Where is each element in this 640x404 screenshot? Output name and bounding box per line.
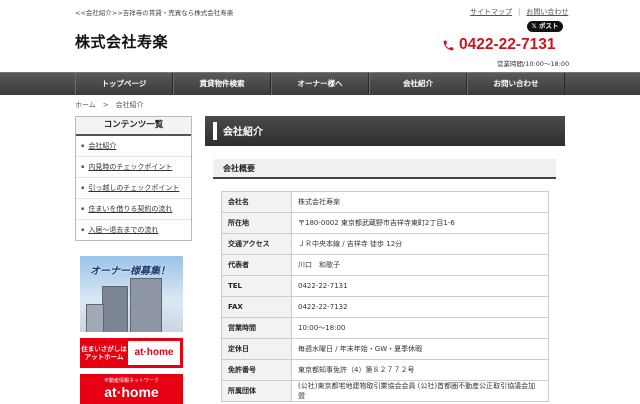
row-label: FAX — [221, 296, 292, 318]
building-image — [102, 286, 128, 332]
building-image — [130, 278, 162, 332]
table-row: 所在地 〒180-0002 東京都武蔵野市吉祥寺東町2丁目1-6 — [221, 212, 549, 234]
table-row: 定休日 毎週水曜日 / 年末年始・GW・夏季休暇 — [221, 338, 549, 360]
row-label: 所在地 — [221, 212, 292, 234]
company-info-table: 会社名 株式会社寿楽 所在地 〒180-0002 東京都武蔵野市吉祥寺東町2丁目1-… — [221, 191, 549, 402]
table-row: FAX 0422-22-7132 — [221, 296, 549, 318]
row-label: 定休日 — [221, 338, 292, 360]
row-label: 免許番号 — [221, 359, 292, 381]
page-title-bar: 会社紹介 — [205, 116, 565, 146]
row-label: 営業時間 — [221, 317, 292, 339]
phone-text: 0422-22-7131 — [459, 36, 556, 53]
top-links: サイトマップ | お問い合わせ — [470, 8, 569, 16]
sidebar-item-move-in-out-flow[interactable]: 入居～退去までの流れ — [76, 220, 191, 240]
athome-banner[interactable]: 住まいさがしは アットホーム at·home — [80, 338, 183, 368]
nav-contact[interactable]: お問い合わせ — [467, 73, 565, 95]
page-title: 会社紹介 — [223, 127, 263, 138]
row-value: 10:00～18:00 — [291, 317, 549, 339]
site-tagline: <<会社紹介>>吉祥寺の賃貸・売買なら株式会社寿楽 — [75, 9, 234, 17]
row-label: 会社名 — [221, 191, 292, 213]
sidebar-item-viewing-checkpoints[interactable]: 内見時のチェックポイント — [76, 157, 191, 178]
row-label: 交通アクセス — [221, 233, 292, 255]
table-row: 会社名 株式会社寿楽 — [221, 191, 549, 213]
table-row: 所属団体 (公社)東京都宅地建物取引業協会会員 (公社)首都圏不動産公正取引協議会… — [221, 380, 549, 402]
breadcrumb-home[interactable]: ホーム — [75, 101, 96, 109]
row-value: ＪＲ中央本線 / 吉祥寺 徒歩 12分 — [291, 233, 549, 255]
nav-top[interactable]: トップページ — [75, 73, 173, 95]
table-row: 代表者 川口 和歌子 — [221, 254, 549, 276]
athome-logo: at·home — [128, 341, 180, 365]
table-row: 営業時間 10:00～18:00 — [221, 317, 549, 339]
sitemap-link[interactable]: サイトマップ — [470, 8, 512, 16]
row-value: (公社)東京都宅地建物取引業協会会員 (公社)首都圏不動産公正取引協議会加盟 — [291, 380, 549, 402]
sidebar-title: コンテンツ一覧 — [76, 117, 191, 136]
building-image — [86, 304, 104, 332]
contact-link[interactable]: お問い合わせ — [526, 8, 568, 16]
table-row: 交通アクセス ＪＲ中央本線 / 吉祥寺 徒歩 12分 — [221, 233, 549, 255]
section-heading: 会社概要 — [213, 159, 556, 179]
row-label: 代表者 — [221, 254, 292, 276]
sidebar-item-company[interactable]: 会社紹介 — [76, 136, 191, 157]
phone-icon — [443, 40, 454, 50]
business-hours: 営業時間/10:00～18:00 — [497, 60, 570, 68]
owner-recruitment-banner[interactable]: オーナー様募集！ — [80, 256, 183, 332]
breadcrumb: ホーム > 会社紹介 — [75, 100, 144, 110]
athome-banner-text: 住まいさがしは アットホーム — [81, 345, 127, 361]
row-value: 0422-22-7132 — [291, 296, 549, 318]
sidebar-item-contract-flow[interactable]: 住まいを借りる契約の流れ — [76, 199, 191, 220]
site-logo[interactable]: 株式会社寿楽 — [75, 31, 168, 52]
row-value: 東京都知事免許（4）第８２７７２号 — [291, 359, 549, 381]
sidebar-contents: コンテンツ一覧 会社紹介 内見時のチェックポイント 引っ越しのチェックポイント … — [75, 116, 192, 241]
x-post-button[interactable]: 𝕏 ポスト — [527, 21, 563, 32]
main-nav: トップページ 賃貸物件検索 オーナー様へ 会社紹介 お問い合わせ — [0, 72, 640, 95]
row-value: 0422-22-7131 — [291, 275, 549, 297]
breadcrumb-current: 会社紹介 — [115, 101, 144, 109]
athome-network-logo: at·home — [104, 384, 159, 400]
breadcrumb-separator: > — [102, 101, 109, 109]
nav-company[interactable]: 会社紹介 — [369, 73, 467, 95]
table-row: 免許番号 東京都知事免許（4）第８２７７２号 — [221, 359, 549, 381]
row-value: 株式会社寿楽 — [291, 191, 549, 213]
nav-rental-search[interactable]: 賃貸物件検索 — [173, 73, 271, 95]
row-value: 毎週水曜日 / 年末年始・GW・夏季休暇 — [291, 338, 549, 360]
row-value: 川口 和歌子 — [291, 254, 549, 276]
nav-owner[interactable]: オーナー様へ — [271, 73, 369, 95]
athome-network-caption: 不動産情報ネットワーク — [103, 378, 159, 384]
phone-number: 0422-22-7131 — [442, 36, 556, 54]
row-label: TEL — [221, 275, 292, 297]
row-label: 所属団体 — [221, 380, 292, 402]
sidebar-item-moving-checkpoints[interactable]: 引っ越しのチェックポイント — [76, 178, 191, 199]
title-accent-bar — [213, 122, 217, 140]
owner-banner-text: オーナー様募集！ — [90, 266, 170, 277]
table-row: TEL 0422-22-7131 — [221, 275, 549, 297]
row-value: 〒180-0002 東京都武蔵野市吉祥寺東町2丁目1-6 — [291, 212, 549, 234]
